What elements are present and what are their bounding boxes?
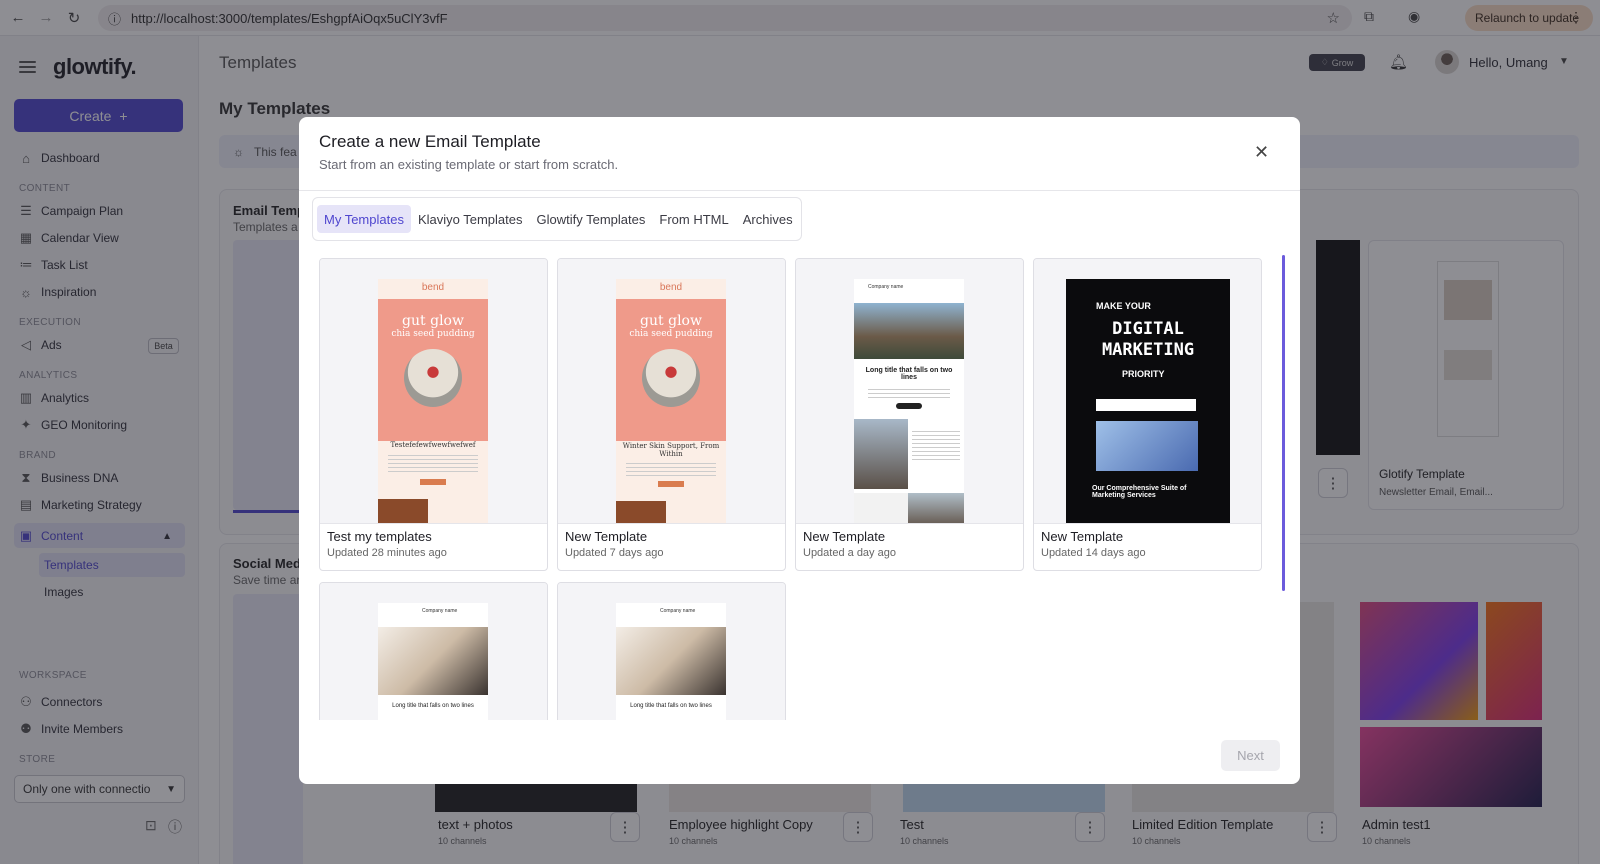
close-icon[interactable]: ✕ [1254, 142, 1269, 163]
modal-title: Create a new Email Template [319, 132, 541, 151]
template-thumbnail: Company name Long title that falls on tw… [378, 603, 488, 720]
template-updated: Updated 7 days ago [565, 547, 664, 559]
card-divider [1034, 523, 1261, 524]
thumbnail-headline: gut glow [640, 313, 702, 329]
thumbnail-headline: Long title that falls on two lines [865, 367, 953, 381]
template-card[interactable]: Company name Long title that falls on tw… [795, 258, 1024, 571]
modal-divider [299, 190, 1300, 191]
thumbnail-body-title: Our Comprehensive Suite of Marketing Ser… [1092, 485, 1187, 499]
template-updated: Updated 14 days ago [1041, 547, 1146, 559]
template-card[interactable]: MAKE YOUR DIGITAL MARKETING PRIORITY Our… [1033, 258, 1262, 571]
thumbnail-hero-image [378, 627, 488, 695]
template-thumbnail: Company name Long title that falls on tw… [854, 279, 964, 523]
thumbnail-subline: chia seed pudding [629, 329, 713, 339]
tab-my-templates[interactable]: My Templates [317, 205, 411, 233]
template-updated: Updated 28 minutes ago [327, 547, 447, 559]
thumbnail-video [1096, 421, 1198, 471]
thumbnail-subline: chia seed pudding [391, 329, 475, 339]
thumbnail-subline: PRIORITY [1122, 369, 1165, 379]
template-preview: Company name Long title that falls on tw… [320, 583, 547, 720]
template-thumbnail: bend gut glow chia seed pudding Testefef… [378, 279, 488, 523]
thumbnail-image [616, 501, 666, 523]
next-button[interactable]: Next [1221, 740, 1280, 771]
template-card[interactable]: bend gut glow chia seed pudding Winter S… [557, 258, 786, 571]
template-updated: Updated a day ago [803, 547, 896, 559]
modal-subtitle: Start from an existing template or start… [319, 157, 619, 172]
card-divider [558, 523, 785, 524]
thumbnail-headline: gut glow [402, 313, 464, 329]
thumbnail-cta [658, 481, 684, 487]
thumbnail-image [854, 419, 908, 489]
thumbnail-cta [420, 479, 446, 485]
thumbnail-body-text [868, 389, 950, 401]
thumbnail-cta [1096, 399, 1196, 411]
template-name: New Template [803, 529, 886, 544]
template-grid-scrollbar[interactable] [1282, 255, 1285, 591]
thumbnail-cta [896, 403, 922, 409]
thumbnail-food-image [404, 349, 462, 407]
template-thumbnail: Company name Long title that falls on tw… [616, 603, 726, 720]
tab-klaviyo-templates[interactable]: Klaviyo Templates [411, 205, 530, 233]
template-thumbnail: MAKE YOUR DIGITAL MARKETING PRIORITY Our… [1066, 279, 1230, 523]
template-preview: Company name Long title that falls on tw… [558, 583, 785, 720]
tab-glowtify-templates[interactable]: Glowtify Templates [530, 205, 653, 233]
thumbnail-brand: Company name [660, 608, 696, 614]
template-preview: Company name Long title that falls on tw… [796, 259, 1023, 523]
thumbnail-hero: gut glow chia seed pudding [616, 299, 726, 441]
thumbnail-body-text [626, 463, 716, 477]
thumbnail-hero: gut glow chia seed pudding [378, 299, 488, 441]
thumbnail-headline: Long title that falls on two lines [630, 703, 712, 709]
thumbnail-brand: bend [421, 282, 445, 293]
thumbnail-food-image [642, 349, 700, 407]
template-preview: bend gut glow chia seed pudding Testefef… [320, 259, 547, 523]
template-card[interactable]: Company name Long title that falls on tw… [557, 582, 786, 720]
thumbnail-image [908, 493, 964, 523]
template-preview: bend gut glow chia seed pudding Winter S… [558, 259, 785, 523]
template-grid: bend gut glow chia seed pudding Testefef… [319, 258, 1283, 720]
template-source-tabs: My Templates Klaviyo Templates Glowtify … [312, 197, 802, 241]
template-card[interactable]: bend gut glow chia seed pudding Testefef… [319, 258, 548, 571]
card-divider [796, 523, 1023, 524]
thumbnail-brand: MAKE YOUR [1096, 301, 1151, 311]
thumbnail-body-title: Winter Skin Support, From Within [622, 442, 720, 458]
thumbnail-headline: Long title that falls on two lines [392, 703, 474, 709]
thumbnail-body-text [388, 455, 478, 475]
tab-archives[interactable]: Archives [736, 205, 800, 233]
thumbnail-brand: Company name [422, 608, 458, 614]
thumbnail-hero-image [616, 627, 726, 695]
thumbnail-body-text [912, 431, 960, 461]
thumbnail-headline: DIGITAL MARKETING [1101, 319, 1195, 360]
thumbnail-brand: bend [659, 282, 683, 293]
thumbnail-body-title: Testefefewfwewfwefwef [390, 441, 476, 449]
card-divider [320, 523, 547, 524]
tab-from-html[interactable]: From HTML [652, 205, 735, 233]
thumbnail-image [378, 499, 428, 523]
thumbnail-hero-image [854, 303, 964, 359]
thumbnail-brand: Company name [868, 284, 904, 290]
template-name: New Template [1041, 529, 1124, 544]
template-card[interactable]: Company name Long title that falls on tw… [319, 582, 548, 720]
template-thumbnail: bend gut glow chia seed pudding Winter S… [616, 279, 726, 523]
template-name: Test my templates [327, 529, 432, 544]
template-preview: MAKE YOUR DIGITAL MARKETING PRIORITY Our… [1034, 259, 1261, 523]
template-name: New Template [565, 529, 648, 544]
thumbnail-text-block [854, 493, 908, 523]
create-email-template-modal: Create a new Email Template Start from a… [299, 117, 1300, 784]
